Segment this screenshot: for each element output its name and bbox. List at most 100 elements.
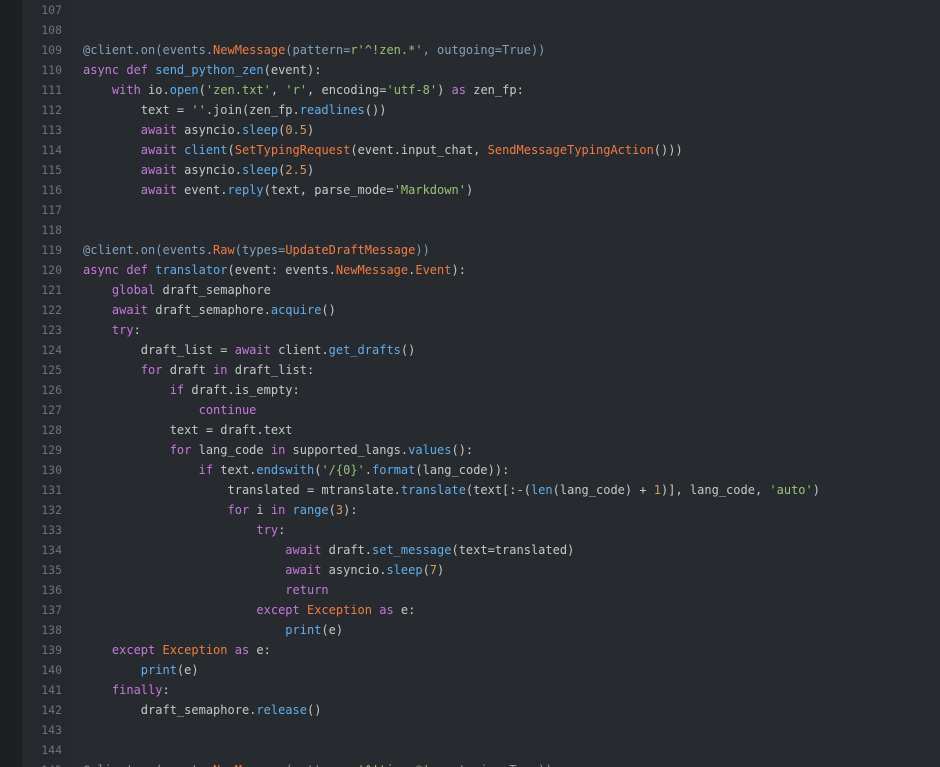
code-line[interactable]: 125 for draft in draft_list: [22,360,940,380]
code-token: draft_semaphore [162,283,271,297]
code-line[interactable]: 110 async def send_python_zen(event): [22,60,940,80]
code-token: : [162,683,170,697]
code-line[interactable]: 121 global draft_semaphore [22,280,940,300]
code-editor[interactable]: 107 108 109 @client.on(events.NewMessage(pa… [0,0,940,767]
code-line[interactable]: 127 continue [22,400,940,420]
code-line[interactable]: 133 try: [22,520,940,540]
code-line[interactable]: 139 except Exception as e: [22,640,940,660]
code-token: (pattern= [285,763,350,767]
code-token: ): [343,503,358,517]
code-token: SendMessageTypingAction [487,143,654,157]
code-line[interactable]: 115 await asyncio.sleep(2.5) [22,160,940,180]
code-line[interactable]: 117 [22,200,940,220]
line-code: await asyncio.sleep(2.5) [83,160,314,180]
code-line[interactable]: 136 return [22,580,940,600]
code-line[interactable]: 143 [22,720,940,740]
code-token: translated = mtranslate. [83,483,401,497]
code-line[interactable]: 134 await draft.set_message(text=transla… [22,540,940,560]
code-line[interactable]: 109 @client.on(events.NewMessage(pattern=… [22,40,940,60]
code-token: client [184,143,228,157]
code-line[interactable]: 107 [22,0,940,20]
code-token: translate [400,483,466,497]
code-line[interactable]: 108 [22,20,940,40]
line-number: 126 [41,383,62,397]
line-code: draft_list = await client.get_drafts() [83,340,416,360]
code-line[interactable]: 130 if text.endswith('/{0}'.format(lang_… [22,460,940,480]
code-token: global [83,283,163,297]
code-line[interactable]: 113 await asyncio.sleep(0.5) [22,120,940,140]
code-line[interactable]: 145 @client.on(events.NewMessage(pattern=… [22,760,940,767]
line-code: global draft_semaphore [83,280,271,300]
code-line[interactable]: 137 except Exception as e: [22,600,940,620]
line-code: translated = mtranslate.translate(text[:… [83,480,820,500]
code-line[interactable]: 131 translated = mtranslate.translate(te… [22,480,940,500]
line-code: @client.on(events.NewMessage(pattern=r'^… [83,760,553,767]
code-line[interactable]: 140 print(e) [22,660,940,680]
code-token: (text=translated) [451,543,575,557]
line-number: 116 [41,183,62,197]
code-line[interactable]: 128 text = draft.text [22,420,940,440]
code-line[interactable]: 120 async def translator(event: events.Ne… [22,260,940,280]
code-token: e: [400,603,416,617]
code-line[interactable]: 132 for i in range(3): [22,500,940,520]
code-line[interactable]: 144 [22,740,940,760]
code-token: (lang_code)): [415,463,510,477]
line-number: 134 [41,543,62,557]
code-token: as [379,603,401,617]
code-token: ())) [653,143,683,157]
code-line[interactable]: 123 try: [22,320,940,340]
line-code: finally: [83,680,170,700]
line-code: await event.reply(text, parse_mode='Mark… [83,180,473,200]
code-line[interactable]: 112 text = ''.join(zen_fp.readlines()) [22,100,940,120]
code-token: NewMessage [213,763,285,767]
line-code: await client(SetTypingRequest(event.inpu… [83,140,683,160]
code-token: try [83,523,279,537]
code-token: NewMessage [213,43,286,57]
code-line[interactable]: 124 draft_list = await client.get_drafts… [22,340,940,360]
code-token: in [270,503,293,517]
code-token: '/{0}' [321,463,365,477]
line-code: draft_semaphore.release() [83,700,322,720]
line-number: 121 [41,283,62,297]
code-token: (text[:-( [465,483,531,497]
line-number: 109 [41,43,62,57]
code-token: open [169,83,199,97]
line-number: 145 [22,760,62,767]
code-token: e: [256,643,271,657]
line-number: 119 [41,243,62,257]
code-token: async def [83,63,156,77]
code-token: Exception [306,603,380,617]
code-line[interactable]: 122 await draft_semaphore.acquire() [22,300,940,320]
line-code: print(e) [83,620,343,640]
code-line[interactable]: 141 finally: [22,680,940,700]
code-line[interactable]: 135 await asyncio.sleep(7) [22,560,940,580]
code-line[interactable]: 111 with io.open('zen.txt', 'r', encodin… [22,80,940,100]
code-token: NewMessage [335,263,409,277]
line-number: 140 [41,663,62,677]
code-line[interactable]: 126 if draft.is_empty: [22,380,940,400]
line-number: 135 [41,563,62,577]
code-token: draft_list = [83,343,235,357]
code-line[interactable]: 142 draft_semaphore.release() [22,700,940,720]
code-line[interactable]: 118 [22,220,940,240]
line-number: 137 [41,603,62,617]
line-code: await draft.set_message(text=translated) [83,540,574,560]
code-line[interactable]: 129 for lang_code in supported_langs.val… [22,440,940,460]
line-code: @client.on(events.NewMessage(pattern=r'^… [83,40,545,60]
code-line[interactable]: 138 print(e) [22,620,940,640]
code-token: if [83,383,192,397]
line-number: 136 [41,583,62,597]
code-line[interactable]: 114 await client(SetTypingRequest(event.… [22,140,940,160]
code-token: sleep [386,563,423,577]
code-line[interactable]: 116 await event.reply(text, parse_mode='… [22,180,940,200]
line-number: 117 [41,203,62,217]
code-token: supported_langs. [292,443,409,457]
code-token: ( [198,83,206,97]
code-token: except [83,643,163,657]
code-line[interactable]: 119 @client.on(events.Raw(types=UpdateDra… [22,240,940,260]
code-token: values [408,443,452,457]
code-token: draft. [328,543,372,557]
code-token: r'^!zen.*' [350,43,423,57]
code-token: in [270,443,293,457]
